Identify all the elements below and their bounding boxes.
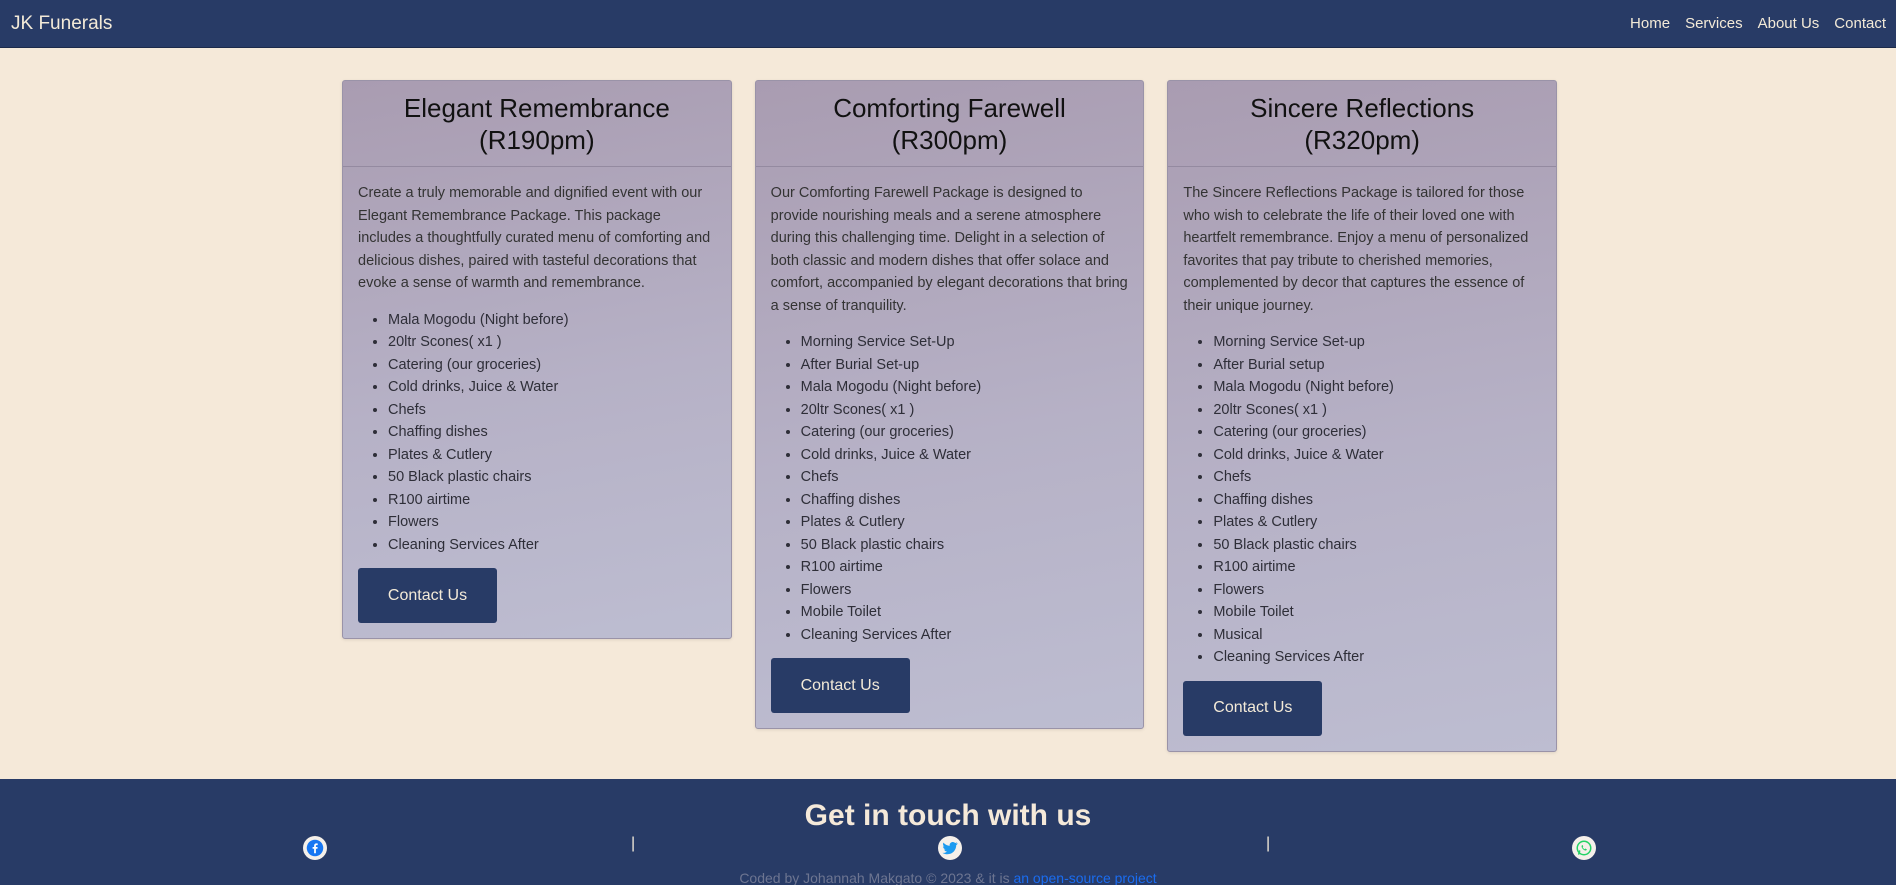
package-card-elegant-remembrance: Elegant Remembrance (R190pm) Create a tr… <box>342 80 732 639</box>
list-item: 50 Black plastic chairs <box>388 466 716 489</box>
list-item: Mobile Toilet <box>801 601 1129 624</box>
nav-links: Home Services About Us Contact <box>1615 15 1886 32</box>
list-item: R100 airtime <box>1213 556 1541 579</box>
card-title-name: Sincere Reflections <box>1250 92 1475 123</box>
twitter-icon[interactable] <box>938 836 962 860</box>
list-item: Catering (our groceries) <box>1213 421 1541 444</box>
list-item: Plates & Cutlery <box>1213 511 1541 534</box>
nav-link-about[interactable]: About Us <box>1758 15 1820 32</box>
footer-separator: | <box>1266 835 1271 852</box>
card-description: Our Comforting Farewell Package is desig… <box>770 185 1128 314</box>
list-item: 20ltr Scones( x1 ) <box>388 331 716 354</box>
contact-us-button[interactable]: Contact Us <box>358 568 497 623</box>
list-item: Chaffing dishes <box>388 421 716 444</box>
contact-us-button[interactable]: Contact Us <box>770 658 910 713</box>
list-item: Plates & Cutlery <box>388 444 716 467</box>
list-item: R100 airtime <box>801 556 1129 579</box>
list-item: Morning Service Set-Up <box>801 331 1129 354</box>
brand-logo-text[interactable]: JK Funerals <box>11 13 112 35</box>
list-item: Mala Mogodu (Night before) <box>388 309 716 332</box>
card-feature-list: Morning Service Set-upAfter Burial setup… <box>1183 331 1541 669</box>
list-item: 50 Black plastic chairs <box>1213 534 1541 557</box>
card-title-price: (R190pm) <box>479 124 595 155</box>
list-item: R100 airtime <box>388 489 716 512</box>
list-item: 20ltr Scones( x1 ) <box>1213 399 1541 422</box>
list-item: Musical <box>1213 624 1541 647</box>
list-item: After Burial setup <box>1213 354 1541 377</box>
list-item: Cleaning Services After <box>388 534 716 557</box>
nav-link-services[interactable]: Services <box>1685 15 1743 32</box>
list-item: Cleaning Services After <box>801 624 1129 647</box>
list-item: Cold drinks, Juice & Water <box>388 376 716 399</box>
nav-link-home[interactable]: Home <box>1630 15 1670 32</box>
footer-title: Get in touch with us <box>804 799 1092 832</box>
list-item: Chefs <box>388 399 716 422</box>
facebook-icon[interactable] <box>303 836 327 860</box>
list-item: Flowers <box>1213 579 1541 602</box>
card-header: Comforting Farewell (R300pm) <box>755 81 1144 167</box>
card-header: Elegant Remembrance (R190pm) <box>343 81 731 167</box>
twitter-icon-glyph <box>942 841 958 855</box>
card-description: Create a truly memorable and dignified e… <box>358 185 711 291</box>
card-header: Sincere Reflections (R320pm) <box>1168 81 1557 167</box>
list-item: Cold drinks, Juice & Water <box>1213 444 1541 467</box>
whatsapp-icon-glyph <box>1576 840 1592 856</box>
list-item: Flowers <box>388 511 716 534</box>
list-item: Chefs <box>801 466 1129 489</box>
whatsapp-icon[interactable] <box>1572 836 1596 860</box>
card-body: Our Comforting Farewell Package is desig… <box>756 167 1144 728</box>
nav-link-contact[interactable]: Contact <box>1834 15 1886 32</box>
list-item: Flowers <box>801 579 1129 602</box>
card-body: Create a truly memorable and dignified e… <box>343 167 731 638</box>
footer-separator: | <box>631 835 636 852</box>
list-item: Chaffing dishes <box>801 489 1129 512</box>
card-description: The Sincere Reflections Package is tailo… <box>1183 185 1529 314</box>
credit-text: Coded by Johannah Makgato © 2023 & it is <box>739 870 1014 885</box>
list-item: Catering (our groceries) <box>388 354 716 377</box>
card-title-name: Elegant Remembrance <box>403 92 670 123</box>
facebook-icon-glyph <box>306 839 324 857</box>
contact-us-button[interactable]: Contact Us <box>1183 680 1323 736</box>
list-item: Chefs <box>1213 466 1541 489</box>
footer: Get in touch with us | | Coded by Johann… <box>0 779 1896 885</box>
list-item: 50 Black plastic chairs <box>801 534 1129 557</box>
package-card-sincere-reflections: Sincere Reflections (R320pm) The Sincere… <box>1167 80 1558 752</box>
list-item: Cold drinks, Juice & Water <box>801 444 1129 467</box>
card-title: Elegant Remembrance (R190pm) <box>404 92 670 156</box>
card-title-name: Comforting Farewell <box>833 92 1066 123</box>
card-title-price: (R320pm) <box>1304 124 1420 155</box>
list-item: Mala Mogodu (Night before) <box>801 376 1129 399</box>
card-title: Comforting Farewell (R300pm) <box>833 92 1066 156</box>
open-source-link[interactable]: an open-source project <box>1013 870 1156 885</box>
card-body: The Sincere Reflections Package is tailo… <box>1168 167 1556 751</box>
navbar: JK Funerals Home Services About Us Conta… <box>0 0 1896 48</box>
card-title-price: (R300pm) <box>891 124 1008 155</box>
list-item: Morning Service Set-up <box>1213 331 1541 354</box>
list-item: Catering (our groceries) <box>801 421 1129 444</box>
list-item: 20ltr Scones( x1 ) <box>801 399 1129 422</box>
package-cards: Elegant Remembrance (R190pm) Create a tr… <box>342 80 1558 752</box>
list-item: Chaffing dishes <box>1213 489 1541 512</box>
card-feature-list: Morning Service Set-UpAfter Burial Set-u… <box>771 331 1129 646</box>
list-item: Mala Mogodu (Night before) <box>1213 376 1541 399</box>
card-feature-list: Mala Mogodu (Night before)20ltr Scones( … <box>358 309 716 557</box>
card-title: Sincere Reflections (R320pm) <box>1250 92 1474 156</box>
footer-credit: Coded by Johannah Makgato © 2023 & it is… <box>0 870 1896 885</box>
list-item: Mobile Toilet <box>1213 601 1541 624</box>
list-item: After Burial Set-up <box>801 354 1129 377</box>
list-item: Plates & Cutlery <box>801 511 1129 534</box>
package-card-comforting-farewell: Comforting Farewell (R300pm) Our Comfort… <box>754 80 1145 729</box>
list-item: Cleaning Services After <box>1213 646 1541 669</box>
